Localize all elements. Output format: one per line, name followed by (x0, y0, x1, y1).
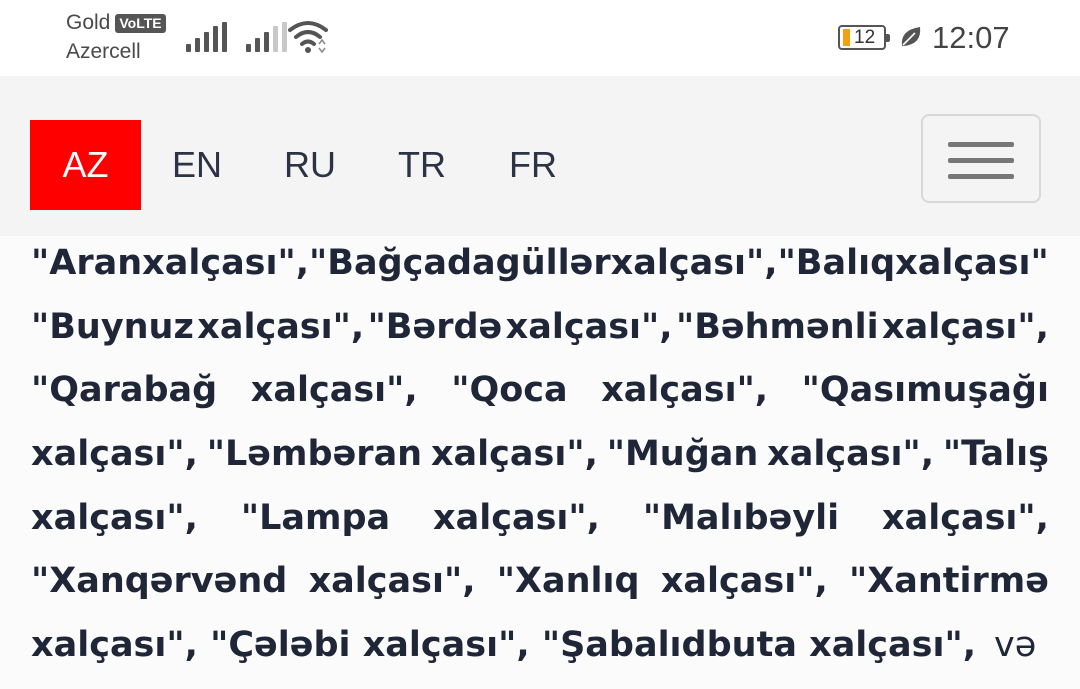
article-word: xalçası", (430, 434, 598, 474)
article-word: xalçası", (601, 370, 769, 410)
language-option-fr[interactable]: FR (488, 120, 578, 210)
article-word: "Bəhmənli (675, 307, 879, 347)
carrier-name: Gold (66, 11, 111, 34)
article-word: "Qarabağ (31, 370, 218, 410)
article-word: xalçası", (197, 307, 365, 347)
article-word: xalçası", (250, 370, 418, 410)
article-line: xalçası", "Ləmbəran xalçası", "Muğan xalçası… (31, 422, 1049, 486)
article-word: "Xantirmə (849, 561, 1049, 601)
article-word: "Qasımuşağı (801, 370, 1049, 410)
volte-badge: VoLTE (115, 13, 166, 33)
article-word: "Aran (31, 243, 143, 283)
article-word: xalçası", (660, 561, 828, 601)
article-word: xalçası", (433, 498, 600, 538)
article-line: "Qarabağ xalçası", "Qoca xalçası", "Qasımuşa… (31, 358, 1049, 422)
article-word: "Bərdə (367, 307, 503, 347)
article-line: "Aran xalçası", "Bağçadagüllər xalçası", "Ba… (31, 236, 1049, 295)
article-word: xalçası", (308, 561, 476, 601)
article-word: "Malıbəyli (642, 498, 840, 538)
article-word: "Buynuz (31, 307, 194, 347)
article-line: xalçası", "Lampa xalçası", "Malıbəyli xalças… (31, 486, 1049, 550)
language-option-en[interactable]: EN (150, 120, 244, 210)
article-word: "Ləmbəran (206, 434, 423, 474)
article-line: "Buynuz xalçası", "Bərdə xalçası", "Bəhmənli… (31, 295, 1049, 359)
article-line: xalçası", "Çələbi xalçası", "Şabalıdbuta… (31, 613, 1049, 677)
hamburger-icon (948, 142, 1014, 147)
article-word: "Muğan (606, 434, 759, 474)
article-word: xalçası", (610, 243, 778, 283)
menu-button[interactable] (921, 114, 1041, 203)
article-word: "Xanlıq (496, 561, 640, 601)
article-word: "Balıq (777, 243, 896, 283)
language-option-az[interactable]: AZ (30, 120, 141, 210)
battery-level: 12 (854, 27, 876, 48)
article-word: xalçası", (882, 307, 1049, 347)
carrier-name-secondary: Azercell (66, 40, 141, 63)
article-word: xalçası", (31, 434, 198, 474)
article-word: xalçası", (882, 498, 1049, 538)
article-word: xalçası", (767, 434, 935, 474)
article-line-tail: və s. (994, 625, 1049, 665)
article-word: xalçası", (142, 243, 310, 283)
article-line-text: xalçası", "Çələbi xalçası", "Şabalıdbuta… (31, 625, 977, 665)
article-word: "Bağçadagüllər (309, 243, 611, 283)
status-bar: Gold VoLTE Azercell 12 12:07 (0, 0, 1080, 76)
article-word: xalçası", (895, 243, 1049, 283)
article-word: "Lampa (240, 498, 391, 538)
language-option-ru[interactable]: RU (264, 120, 356, 210)
article-word: xalçası", (505, 307, 673, 347)
wifi-icon (288, 21, 328, 54)
status-time: 12:07 (932, 20, 1010, 55)
language-option-tr[interactable]: TR (376, 120, 468, 210)
article-line: "Xanqərvənd xalçası", "Xanlıq xalçası", "Xan… (31, 549, 1049, 613)
signal-strength-icon (186, 22, 227, 52)
battery-icon: 12 (838, 25, 890, 50)
article-word: "Xanqərvənd (31, 561, 288, 601)
article-word: xalçası", (31, 498, 198, 538)
article-text: "Aran xalçası", "Bağçadagüllər xalçası", "Ba… (31, 236, 1049, 689)
site-header: AZ EN RU TR FR (0, 76, 1080, 236)
signal-strength-icon (246, 22, 287, 52)
article-word: "Qoca (451, 370, 568, 410)
power-saving-leaf-icon (901, 27, 921, 46)
article-word: "Talış (942, 434, 1049, 474)
carrier-info: Gold VoLTE Azercell (66, 10, 166, 64)
